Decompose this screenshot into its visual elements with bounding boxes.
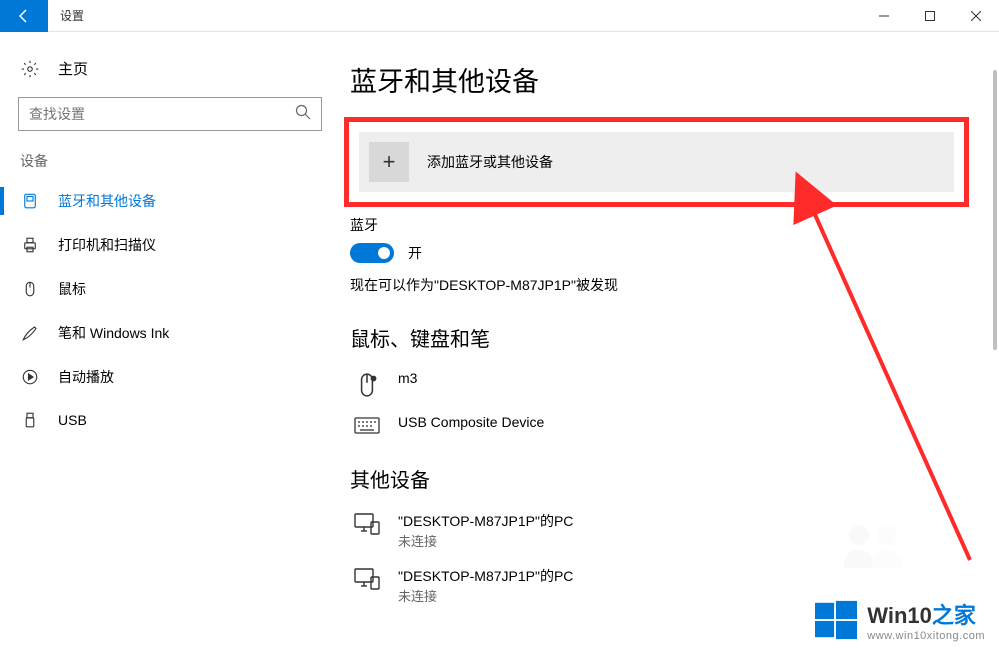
watermark-title: Win10之家 — [867, 598, 985, 630]
sidebar-item-pen[interactable]: 笔和 Windows Ink — [0, 311, 340, 355]
minimize-icon — [879, 11, 889, 21]
maximize-button[interactable] — [907, 0, 953, 32]
bluetooth-device-icon — [20, 192, 40, 210]
window-title: 设置 — [60, 7, 84, 24]
search-input[interactable] — [29, 106, 295, 122]
group-mouse-kb-title: 鼠标、键盘和笔 — [350, 323, 979, 352]
printer-icon — [20, 236, 40, 254]
plus-icon: + — [369, 142, 409, 182]
sidebar-item-printers[interactable]: 打印机和扫描仪 — [0, 223, 340, 267]
people-ghost-icon — [839, 520, 909, 570]
sidebar-item-label: USB — [58, 412, 87, 428]
home-label: 主页 — [58, 58, 88, 79]
sidebar-item-label: 笔和 Windows Ink — [58, 323, 169, 343]
scroll-thumb[interactable] — [993, 70, 997, 350]
toggle-state-label: 开 — [408, 243, 422, 263]
autoplay-icon — [20, 368, 40, 386]
add-device-button[interactable]: + 添加蓝牙或其他设备 — [359, 132, 954, 192]
device-status: 未连接 — [398, 586, 573, 605]
keyboard-icon — [350, 414, 384, 436]
back-button[interactable] — [0, 0, 48, 32]
sidebar: 主页 设备 蓝牙和其他设备 打印机和扫描仪 鼠标 — [0, 32, 340, 660]
group-other-title: 其他设备 — [350, 464, 979, 493]
bluetooth-toggle[interactable] — [350, 243, 394, 263]
toggle-knob — [378, 247, 390, 259]
mouse-device-icon — [350, 370, 384, 398]
pc-icon — [350, 511, 384, 535]
sidebar-item-label: 自动播放 — [58, 367, 114, 387]
page-title: 蓝牙和其他设备 — [350, 60, 979, 99]
maximize-icon — [925, 11, 935, 21]
sidebar-item-label: 蓝牙和其他设备 — [58, 191, 156, 211]
pen-icon — [20, 324, 40, 342]
device-name: m3 — [398, 370, 417, 386]
usb-icon — [20, 411, 40, 429]
section-label: 设备 — [0, 151, 340, 179]
sidebar-item-usb[interactable]: USB — [0, 399, 340, 441]
watermark: Win10之家 www.win10xitong.com — [815, 598, 985, 642]
sidebar-item-bluetooth[interactable]: 蓝牙和其他设备 — [0, 179, 340, 223]
bluetooth-label: 蓝牙 — [350, 215, 979, 235]
device-name: USB Composite Device — [398, 414, 544, 430]
minimize-button[interactable] — [861, 0, 907, 32]
close-icon — [971, 11, 981, 21]
mouse-icon — [20, 280, 40, 298]
highlight-annotation: + 添加蓝牙或其他设备 — [344, 117, 969, 207]
close-button[interactable] — [953, 0, 999, 32]
search-box[interactable] — [18, 97, 322, 131]
add-device-label: 添加蓝牙或其他设备 — [427, 152, 553, 172]
device-name: "DESKTOP-M87JP1P"的PC — [398, 566, 573, 586]
sidebar-item-label: 打印机和扫描仪 — [58, 235, 156, 255]
main-content: 蓝牙和其他设备 + 添加蓝牙或其他设备 蓝牙 开 现在可以作为"DESKTOP-… — [340, 32, 999, 660]
watermark-url: www.win10xitong.com — [867, 630, 985, 642]
device-item-usb-composite[interactable]: USB Composite Device — [350, 406, 979, 444]
sidebar-item-mouse[interactable]: 鼠标 — [0, 267, 340, 311]
arrow-left-icon — [16, 8, 32, 24]
titlebar: 设置 — [0, 0, 999, 32]
scrollbar[interactable] — [985, 32, 999, 660]
sidebar-item-autoplay[interactable]: 自动播放 — [0, 355, 340, 399]
device-status: 未连接 — [398, 531, 573, 550]
home-link[interactable]: 主页 — [0, 48, 340, 89]
window-controls — [861, 0, 999, 32]
windows-logo-icon — [815, 599, 857, 641]
search-icon — [295, 104, 311, 125]
discovery-status: 现在可以作为"DESKTOP-M87JP1P"被发现 — [350, 275, 979, 295]
device-item-m3[interactable]: m3 — [350, 362, 979, 406]
gear-icon — [20, 60, 40, 78]
pc-icon — [350, 566, 384, 590]
device-name: "DESKTOP-M87JP1P"的PC — [398, 511, 573, 531]
sidebar-item-label: 鼠标 — [58, 279, 86, 299]
